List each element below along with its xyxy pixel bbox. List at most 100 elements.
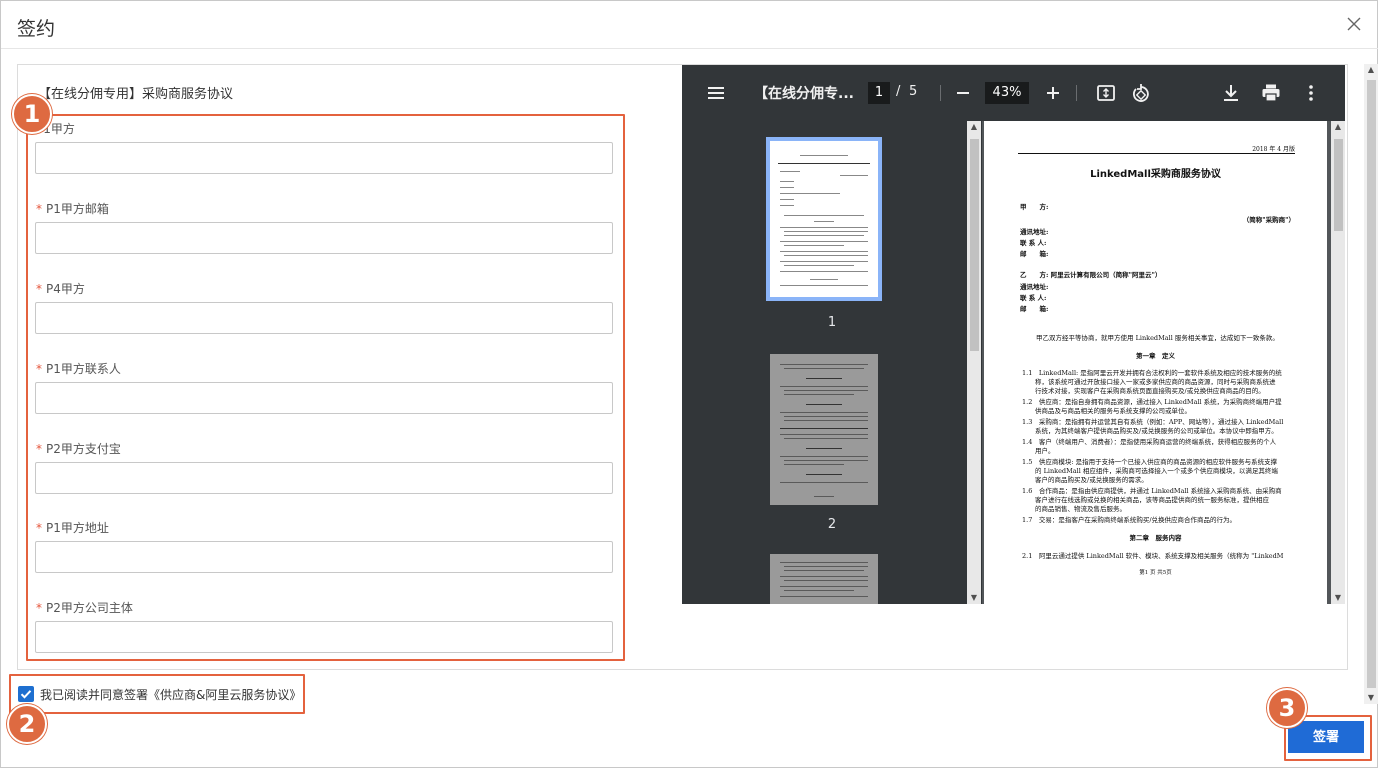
field-label-text: P2甲方公司主体 xyxy=(46,601,133,615)
email-line: 邮 箱: xyxy=(1020,305,1049,313)
field-label-text: P1甲方联系人 xyxy=(46,362,121,376)
field-label-p2-alipay: * P2甲方支付宝 xyxy=(36,440,121,457)
more-icon[interactable] xyxy=(1299,81,1323,105)
field-label-p1-address: * P1甲方地址 xyxy=(36,519,109,536)
scroll-down-arrow[interactable]: ▼ xyxy=(1331,592,1345,604)
chapter-heading: 第一章 定义 xyxy=(1136,352,1175,360)
page-number-input[interactable]: 1 xyxy=(868,82,890,104)
intro-line: 甲乙双方经平等协商，就甲方使用 LinkedMall 服务相关事宜，达成如下一致… xyxy=(1036,334,1279,342)
thumbnail-label: 1 xyxy=(827,315,837,330)
email-line: 邮 箱: xyxy=(1020,250,1049,258)
thumbnail-label: 2 xyxy=(827,517,837,532)
required-mark: * xyxy=(36,521,42,535)
address-line: 通讯地址: xyxy=(1020,283,1049,291)
p2-company-input[interactable] xyxy=(35,621,613,653)
dialog-title: 签约 xyxy=(17,18,56,40)
pdf-page: 2018 年 4 月版 LinkedMall采购商服务协议 甲 方: （简称"采… xyxy=(984,121,1327,604)
required-mark: * xyxy=(36,282,42,296)
p1-contact-input[interactable] xyxy=(35,382,613,414)
party-b-line: 乙 方: 阿里云计算有限公司（简称"阿里云"） xyxy=(1020,271,1162,279)
thumbnail-sidebar: 1 2 ▲ ▼ xyxy=(682,121,982,604)
sign-dialog: 签约 【在线分佣专用】采购商服务协议 P1甲方 * P1甲方邮箱 * P4甲方 * P… xyxy=(0,0,1378,768)
thumbnail-page-1[interactable] xyxy=(766,137,882,301)
pdf-doc-name: 【在线分佣专... xyxy=(754,86,854,102)
field-label-text: P1甲方地址 xyxy=(46,521,109,535)
annotation-marker-1: 1 xyxy=(12,94,52,134)
field-label-text: P1甲方邮箱 xyxy=(46,202,109,216)
party-a-alias: （简称"采购商"） xyxy=(1242,216,1295,224)
p2-alipay-input[interactable] xyxy=(35,462,613,494)
clause-line: 1.7 交易：是指客户在采购商终端系统购买/兑换供应商合作商品的行为。 xyxy=(1022,516,1237,524)
required-mark: * xyxy=(36,601,42,615)
clause-line: 1.6 合作商品：是指由供应商提供，并通过 LinkedMall 系统接入采购商… xyxy=(1022,487,1282,495)
annotation-marker-2: 2 xyxy=(7,704,47,744)
scrollbar-thumb[interactable] xyxy=(1367,80,1376,688)
page-separator: / xyxy=(896,84,901,99)
contract-title: 【在线分佣专用】采购商服务协议 xyxy=(38,87,234,102)
zoom-out-icon[interactable] xyxy=(951,81,975,105)
required-mark: * xyxy=(36,202,42,216)
contact-line: 联 系 人: xyxy=(1020,294,1047,302)
clause-line: 客户进行在线选购或兑换的相关商品，该等商品提供商的统一服务标准，提供相应 xyxy=(1022,496,1269,504)
p4-party-a-input[interactable] xyxy=(35,302,613,334)
required-mark: * xyxy=(36,442,42,456)
p1-party-a-input[interactable] xyxy=(35,142,613,174)
close-icon[interactable] xyxy=(1345,15,1363,33)
document-area: 2018 年 4 月版 LinkedMall采购商服务协议 甲 方: （简称"采… xyxy=(982,121,1345,604)
clause-line: 系统，为其终端客户提供商品购买及/或兑换服务的公司或单位。本协议中即指甲方。 xyxy=(1022,427,1278,435)
print-icon[interactable] xyxy=(1259,81,1283,105)
clause-line: 称，该系统可通过开放接口接入一家或多家供应商的商品资源，同时与采购商系统进 xyxy=(1022,378,1276,386)
scroll-up-arrow[interactable]: ▲ xyxy=(1331,121,1345,133)
scroll-up-arrow[interactable]: ▲ xyxy=(967,121,981,133)
contact-line: 联 系 人: xyxy=(1020,239,1047,247)
agreement-title: LinkedMall采购商服务协议 xyxy=(1090,169,1221,180)
scroll-down-arrow[interactable]: ▼ xyxy=(1364,692,1378,704)
document-scrollbar[interactable]: ▲ ▼ xyxy=(1331,121,1345,604)
download-icon[interactable] xyxy=(1219,81,1243,105)
clause-line: 用户。 xyxy=(1022,447,1055,455)
pdf-toolbar: 【在线分佣专... 1 / 5 43% xyxy=(682,65,1345,121)
rotate-icon[interactable] xyxy=(1129,81,1153,105)
field-label-p2-company: * P2甲方公司主体 xyxy=(36,599,133,616)
field-label-p1-contact: * P1甲方联系人 xyxy=(36,360,121,377)
clause-line: 1.2 供应商：是指自身拥有商品资源，通过接入 LinkedMall 系统，为采… xyxy=(1022,398,1282,406)
scroll-down-arrow[interactable]: ▼ xyxy=(967,592,981,604)
scrollbar-thumb[interactable] xyxy=(1334,139,1343,231)
pdf-viewer: 【在线分佣专... 1 / 5 43% 1 2 ▲ ▼ 2018 年 4 月版 … xyxy=(682,65,1345,604)
clause-line: 1.4 客户（终端用户、消费者）：是指使用采购商运营的终端系统，获得相应服务的个… xyxy=(1022,438,1277,446)
clause-line: 供商品及与商品相关的服务与系统支撑的公司或单位。 xyxy=(1022,407,1191,415)
page-footer: 第1 页 共5页 xyxy=(1139,570,1172,576)
zoom-input[interactable]: 43% xyxy=(985,82,1029,104)
thumbnail-page-2[interactable] xyxy=(770,354,878,505)
annotation-marker-3: 3 xyxy=(1267,688,1307,728)
header-rule xyxy=(1018,153,1295,154)
clause-line: 1.3 采购商：是指拥有并运营其自有系统（例如：APP、网站等），通过接入 Li… xyxy=(1022,418,1284,426)
address-line: 通讯地址: xyxy=(1020,228,1049,236)
title-divider xyxy=(1,48,1378,49)
clause-line: 1.1 LinkedMall: 是指阿里云开发并拥有合法权利的一套软件系统及相应… xyxy=(1022,369,1282,377)
required-mark: * xyxy=(36,362,42,376)
scrollbar-thumb[interactable] xyxy=(970,139,979,351)
thumbnail-scrollbar[interactable]: ▲ ▼ xyxy=(967,121,981,604)
p1-address-input[interactable] xyxy=(35,541,613,573)
page-total: 5 xyxy=(909,84,918,99)
agreement-checkbox[interactable] xyxy=(18,686,34,702)
field-label-p4-party-a: * P4甲方 xyxy=(36,280,85,297)
contract-panel: 【在线分佣专用】采购商服务协议 P1甲方 * P1甲方邮箱 * P4甲方 * P1甲方… xyxy=(17,64,1348,670)
agreement-row[interactable]: 我已阅读并同意签署《供应商&阿里云服务协议》 xyxy=(9,674,305,714)
scroll-up-arrow[interactable]: ▲ xyxy=(1364,64,1378,76)
field-label-p1-email: * P1甲方邮箱 xyxy=(36,200,109,217)
sign-button[interactable]: 签署 xyxy=(1288,721,1364,753)
thumbnail-page-3[interactable] xyxy=(770,554,878,604)
dialog-scrollbar[interactable]: ▲ ▼ xyxy=(1364,64,1378,704)
agreement-label[interactable]: 我已阅读并同意签署《供应商&阿里云服务协议》 xyxy=(40,686,301,703)
toolbar-divider xyxy=(1076,85,1077,101)
clause-line: 客户的商品购买及/或兑换服务的需求。 xyxy=(1022,476,1148,484)
zoom-in-icon[interactable] xyxy=(1041,81,1065,105)
fit-page-icon[interactable] xyxy=(1094,81,1118,105)
clause-line: 1.5 供应商模块: 是指用于支持一个已接入供应商的商品资源的相应软件服务与系统… xyxy=(1022,458,1278,466)
toolbar-divider xyxy=(940,85,941,101)
chapter-heading: 第二章 服务内容 xyxy=(1129,534,1182,542)
p1-email-input[interactable] xyxy=(35,222,613,254)
menu-icon[interactable] xyxy=(704,81,728,105)
